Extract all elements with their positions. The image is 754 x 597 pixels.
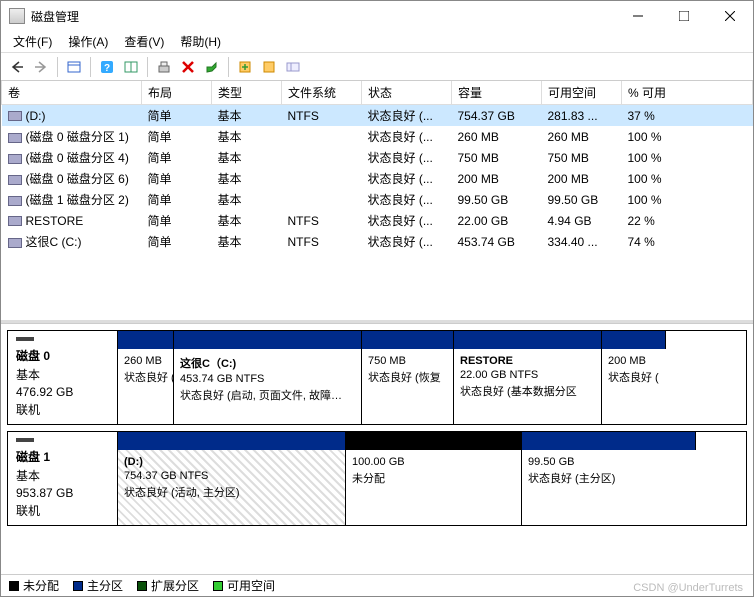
col-type[interactable]: 类型 xyxy=(212,81,282,105)
separator xyxy=(90,57,91,77)
volume-table: 卷 布局 类型 文件系统 状态 容量 可用空间 % 可用 (D:)简单基本NTF… xyxy=(1,81,753,252)
window-buttons xyxy=(615,1,753,31)
partition[interactable]: 200 MB状态良好 ( xyxy=(602,349,666,424)
partition[interactable]: 260 MB状态良好 (E xyxy=(118,349,174,424)
col-free[interactable]: 可用空间 xyxy=(542,81,622,105)
volume-row[interactable]: (磁盘 1 磁盘分区 2)简单基本状态良好 (...99.50 GB99.50 … xyxy=(2,189,753,210)
disk-info[interactable]: 磁盘 0基本476.92 GB联机 xyxy=(8,331,118,424)
volume-row[interactable]: (磁盘 0 磁盘分区 4)简单基本状态良好 (...750 MB750 MB10… xyxy=(2,147,753,168)
partition[interactable]: 99.50 GB状态良好 (主分区) xyxy=(522,450,696,525)
col-layout[interactable]: 布局 xyxy=(142,81,212,105)
tool3-button[interactable] xyxy=(282,56,304,78)
tool2-button[interactable] xyxy=(258,56,280,78)
menu-help[interactable]: 帮助(H) xyxy=(172,31,229,52)
maximize-button[interactable] xyxy=(661,1,707,31)
svg-text:?: ? xyxy=(104,63,110,74)
window-title: 磁盘管理 xyxy=(31,8,615,25)
volume-row[interactable]: (磁盘 0 磁盘分区 6)简单基本状态良好 (...200 MB200 MB10… xyxy=(2,168,753,189)
volume-icon xyxy=(8,111,22,121)
settings-button[interactable] xyxy=(153,56,175,78)
volume-row[interactable]: RESTORE简单基本NTFS状态良好 (...22.00 GB4.94 GB2… xyxy=(2,210,753,231)
col-capacity[interactable]: 容量 xyxy=(452,81,542,105)
volume-icon xyxy=(8,238,22,248)
volume-list[interactable]: 卷 布局 类型 文件系统 状态 容量 可用空间 % 可用 (D:)简单基本NTF… xyxy=(1,81,753,323)
watermark: CSDN @UnderTurrets xyxy=(633,582,743,594)
volume-icon xyxy=(8,133,22,143)
disk-icon xyxy=(16,438,34,442)
disk-info[interactable]: 磁盘 1基本953.87 GB联机 xyxy=(8,432,118,525)
volume-row[interactable]: (D:)简单基本NTFS状态良好 (...754.37 GB281.83 ...… xyxy=(2,105,753,127)
separator xyxy=(57,57,58,77)
app-icon xyxy=(9,8,25,24)
partition[interactable]: RESTORE22.00 GB NTFS状态良好 (基本数据分区 xyxy=(454,349,602,424)
legend-free: 可用空间 xyxy=(213,577,275,594)
properties-button[interactable] xyxy=(201,56,223,78)
menu-action[interactable]: 操作(A) xyxy=(60,31,116,52)
close-button[interactable] xyxy=(707,1,753,31)
volume-row[interactable]: 这很C (C:)简单基本NTFS状态良好 (...453.74 GB334.40… xyxy=(2,231,753,252)
disk-icon xyxy=(16,337,34,341)
volume-icon xyxy=(8,154,22,164)
volume-icon xyxy=(8,196,22,206)
titlebar: 磁盘管理 xyxy=(1,1,753,31)
disk-row: 磁盘 1基本953.87 GB联机(D:)754.37 GB NTFS状态良好 … xyxy=(7,431,747,526)
menu-file[interactable]: 文件(F) xyxy=(5,31,60,52)
partition[interactable]: (D:)754.37 GB NTFS状态良好 (活动, 主分区) xyxy=(118,450,346,525)
volume-icon xyxy=(8,175,22,185)
menu-view[interactable]: 查看(V) xyxy=(116,31,172,52)
col-fs[interactable]: 文件系统 xyxy=(282,81,362,105)
disk-graphical-view[interactable]: 磁盘 0基本476.92 GB联机260 MB状态良好 (E这很C（C:)453… xyxy=(1,323,753,574)
separator xyxy=(228,57,229,77)
col-volume[interactable]: 卷 xyxy=(2,81,142,105)
delete-button[interactable] xyxy=(177,56,199,78)
legend-unalloc: 未分配 xyxy=(9,577,59,594)
volume-icon xyxy=(8,216,22,226)
legend-extended: 扩展分区 xyxy=(137,577,199,594)
disk-row: 磁盘 0基本476.92 GB联机260 MB状态良好 (E这很C（C:)453… xyxy=(7,330,747,425)
partition-container: 260 MB状态良好 (E这很C（C:)453.74 GB NTFS状态良好 (… xyxy=(118,331,746,424)
menubar: 文件(F) 操作(A) 查看(V) 帮助(H) xyxy=(1,31,753,53)
partition-container: (D:)754.37 GB NTFS状态良好 (活动, 主分区)100.00 G… xyxy=(118,432,746,525)
partition[interactable]: 这很C（C:)453.74 GB NTFS状态良好 (启动, 页面文件, 故障… xyxy=(174,349,362,424)
forward-button[interactable] xyxy=(30,56,52,78)
minimize-button[interactable] xyxy=(615,1,661,31)
col-status[interactable]: 状态 xyxy=(362,81,452,105)
content: 卷 布局 类型 文件系统 状态 容量 可用空间 % 可用 (D:)简单基本NTF… xyxy=(1,81,753,596)
col-pct[interactable]: % 可用 xyxy=(622,81,753,105)
partition[interactable]: 100.00 GB未分配 xyxy=(346,450,522,525)
separator xyxy=(147,57,148,77)
help-button[interactable]: ? xyxy=(96,56,118,78)
partition[interactable]: 750 MB状态良好 (恢复 xyxy=(362,349,454,424)
view-details-button[interactable] xyxy=(63,56,85,78)
refresh-button[interactable] xyxy=(120,56,142,78)
disk-management-window: 磁盘管理 文件(F) 操作(A) 查看(V) 帮助(H) ? xyxy=(0,0,754,597)
toolbar: ? xyxy=(1,53,753,81)
volume-row[interactable]: (磁盘 0 磁盘分区 1)简单基本状态良好 (...260 MB260 MB10… xyxy=(2,126,753,147)
back-button[interactable] xyxy=(6,56,28,78)
legend-primary: 主分区 xyxy=(73,577,123,594)
tool1-button[interactable] xyxy=(234,56,256,78)
